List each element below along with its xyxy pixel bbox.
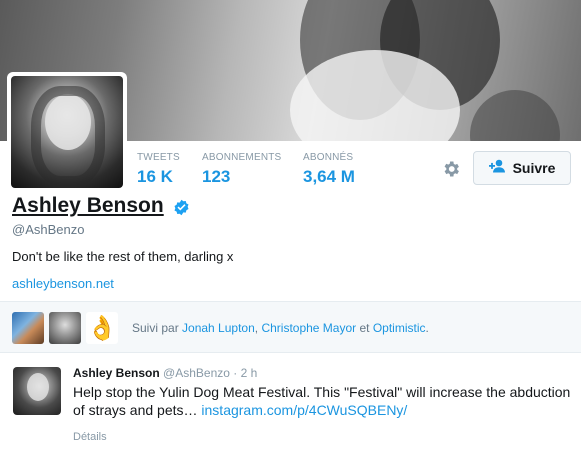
stat-tweets[interactable]: TWEETS 16 K xyxy=(137,152,180,187)
follower-link[interactable]: Jonah Lupton xyxy=(182,321,255,335)
tweet-text: Help stop the Yulin Dog Meat Festival. T… xyxy=(73,383,573,419)
avatar xyxy=(11,76,123,188)
tweet-author-handle[interactable]: @AshBenzo xyxy=(163,366,230,380)
stat-followers[interactable]: ABONNÉS 3,64 M xyxy=(303,152,355,187)
stat-label: TWEETS xyxy=(137,152,180,163)
follower-avatar[interactable] xyxy=(12,312,44,344)
tweet-item[interactable]: Ashley Benson @AshBenzo · 2 h Help stop … xyxy=(0,354,581,451)
followed-by-text: Suivi par Jonah Lupton, Christophe Mayor… xyxy=(132,321,429,335)
tweet-author-name[interactable]: Ashley Benson xyxy=(73,366,160,380)
follower-avatar[interactable]: 👌 xyxy=(86,312,118,344)
profile-name[interactable]: Ashley Benson xyxy=(12,194,164,218)
stat-following[interactable]: ABONNEMENTS 123 xyxy=(202,152,281,187)
stat-label: ABONNEMENTS xyxy=(202,152,282,163)
profile-handle: @AshBenzo xyxy=(12,222,85,237)
follow-button[interactable]: Suivre xyxy=(473,151,571,185)
follower-link[interactable]: Christophe Mayor xyxy=(261,321,356,335)
stat-value: 123 xyxy=(202,167,231,186)
tweet-link[interactable]: instagram.com/p/4CWuSQBENy/ xyxy=(201,402,407,418)
stat-value: 16 K xyxy=(137,167,173,186)
ok-hand-icon: 👌 xyxy=(87,314,117,342)
follow-button-label: Suivre xyxy=(512,160,556,176)
stat-value: 3,64 M xyxy=(303,167,355,186)
profile-website-link[interactable]: ashleybenson.net xyxy=(12,276,114,291)
tweet-timestamp[interactable]: 2 h xyxy=(241,366,258,380)
followed-by-prefix: Suivi par xyxy=(132,321,183,335)
gear-icon[interactable] xyxy=(440,158,462,180)
tweet-author-avatar[interactable] xyxy=(13,367,61,415)
profile-avatar[interactable] xyxy=(7,72,127,192)
profile-bio: Don't be like the rest of them, darling … xyxy=(12,249,234,264)
verified-badge-icon xyxy=(173,199,190,216)
tweet-details-link[interactable]: Détails xyxy=(73,431,107,443)
separator: et xyxy=(356,321,373,335)
followed-by-section: 👌 Suivi par Jonah Lupton, Christophe May… xyxy=(0,301,581,353)
add-user-icon xyxy=(488,159,507,178)
separator: . xyxy=(425,321,429,335)
stat-label: ABONNÉS xyxy=(303,152,354,163)
follower-link[interactable]: Optimistic xyxy=(373,321,426,335)
separator: · xyxy=(229,366,241,380)
tweet-header: Ashley Benson @AshBenzo · 2 h xyxy=(73,366,257,380)
follower-avatar[interactable] xyxy=(49,312,81,344)
